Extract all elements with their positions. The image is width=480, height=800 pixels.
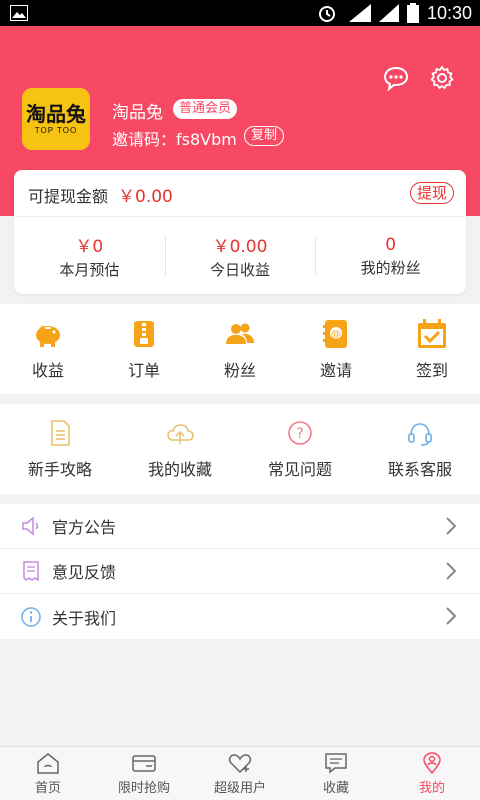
list-label: 意见反馈 [52,563,117,582]
card-icon [132,755,156,772]
stat-label: 今日收益 [210,261,271,279]
battery-icon [406,3,419,23]
earnings-card: 可提现金额 ￥0.00 提现 ￥0 本月预估 ￥0.00 今日收益 0 我的粉丝 [14,170,466,294]
bottom-tab-bar: 首页 限时抢购 超级用户 收藏 我的 [0,746,480,800]
feedback-icon [23,561,39,582]
tool-contact-support[interactable]: 联系客服 [360,404,480,494]
tool-label: 常见问题 [267,460,332,479]
tool-label: 新手攻略 [27,460,92,479]
svg-text:@: @ [331,329,341,340]
tab-super-user[interactable]: 超级用户 [192,747,288,800]
quick-income[interactable]: 收益 [0,304,96,394]
settings-list: 官方公告 意见反馈 关于我们 [0,504,480,639]
tab-label: 限时抢购 [117,781,170,796]
list-item-about-us[interactable]: 关于我们 [0,594,480,639]
tab-label: 我的 [418,781,445,796]
help-tools: 新手攻略 我的收藏 ? 常见问题 联系客服 [0,404,480,494]
tab-home[interactable]: 首页 [0,747,96,800]
invite-code: 邀请码：fs8Vbm [112,130,237,149]
quick-fans[interactable]: 粉丝 [192,304,288,394]
chevron-right-icon [446,562,457,580]
location-user-icon [423,752,441,775]
signal-icon [378,4,399,22]
tool-label: 联系客服 [387,460,452,479]
status-bar: 10:30 [0,0,480,26]
copy-button[interactable]: 复制 [244,126,285,146]
tab-label: 收藏 [322,781,349,796]
tool-beginner-guide[interactable]: 新手攻略 [0,404,120,494]
cloud-icon [167,424,194,444]
stat-today-income[interactable]: ￥0.00 今日收益 [164,226,316,286]
piggy-bank-icon [36,325,60,347]
home-icon [37,753,59,774]
withdrawable-amount: ￥0.00 [118,187,173,207]
quick-orders[interactable]: 订单 [96,304,192,394]
heart-plus-icon [228,754,252,774]
message-icon [325,753,347,774]
quick-label: 邀请 [319,361,352,380]
quick-label: 收益 [31,361,64,380]
checkin-icon [418,319,446,348]
tool-my-favorites[interactable]: 我的收藏 [120,404,240,494]
quick-invite[interactable]: @ 邀请 [288,304,384,394]
tab-label: 超级用户 [213,781,266,796]
stats-row: ￥0 本月预估 ￥0.00 今日收益 0 我的粉丝 [14,226,466,286]
chat-icon[interactable] [382,64,410,92]
chevron-right-icon [446,517,457,535]
invite-icon: @ [323,320,347,348]
list-label: 官方公告 [52,518,117,537]
list-item-feedback[interactable]: 意见反馈 [0,549,480,594]
tool-label: 我的收藏 [147,460,212,479]
tab-favorites[interactable]: 收藏 [288,747,384,800]
list-item-announcements[interactable]: 官方公告 [0,504,480,549]
avatar[interactable]: 淘品兔 TOP TOO [22,88,90,150]
tool-faq[interactable]: ? 常见问题 [240,404,360,494]
withdrawable-label: 可提现金额 [28,186,109,206]
gear-icon[interactable] [428,64,456,92]
image-icon [10,5,28,21]
logo-subtext: TOP TOO [34,125,78,135]
username: 淘品兔 [112,103,163,123]
quick-label: 签到 [415,361,448,380]
alarm-icon [318,6,335,22]
signal-4g-icon [348,4,371,22]
question-icon: ? [288,421,312,445]
quick-checkin[interactable]: 签到 [384,304,480,394]
tab-mine[interactable]: 我的 [384,747,480,800]
order-icon [134,321,154,347]
svg-text:?: ? [296,426,303,442]
status-time: 10:30 [426,2,472,23]
stat-label: 我的粉丝 [360,258,421,277]
stat-label: 本月预估 [59,261,120,279]
quick-actions: 收益 订单 粉丝 @ 邀请 签到 [0,304,480,394]
fans-icon [226,323,254,344]
chevron-right-icon [446,607,457,625]
headset-icon [408,423,432,446]
divider [14,216,466,217]
document-icon [51,420,70,446]
logo-text: 淘品兔 [26,103,86,126]
stat-my-fans[interactable]: 0 我的粉丝 [315,226,466,286]
stat-value: ￥0.00 [212,237,268,257]
list-label: 关于我们 [52,608,117,628]
stat-value: 0 [385,234,397,255]
stat-monthly-estimate[interactable]: ￥0 本月预估 [14,226,165,286]
stat-value: ￥0 [75,237,104,257]
quick-label: 粉丝 [223,361,256,380]
quick-label: 订单 [127,361,160,380]
speaker-icon [22,516,39,536]
withdraw-button[interactable]: 提现 [409,182,454,204]
tab-label: 首页 [34,781,61,796]
member-badge: 普通会员 [173,99,238,119]
info-icon [21,606,41,627]
tab-flash-sale[interactable]: 限时抢购 [96,747,192,800]
